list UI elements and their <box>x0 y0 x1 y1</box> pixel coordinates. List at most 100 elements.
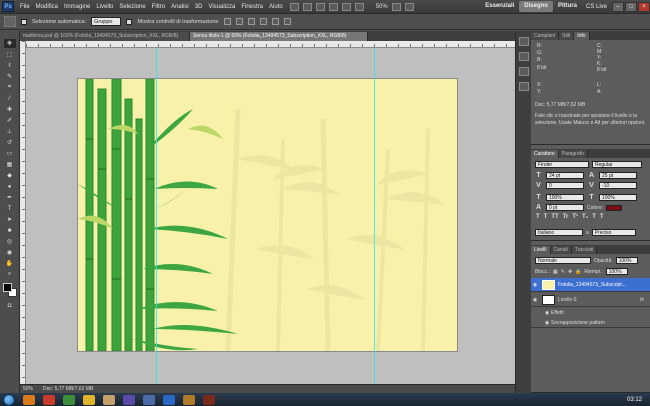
bridge-icon[interactable] <box>289 2 299 11</box>
workspace-essenziali[interactable]: Essenziali <box>480 1 519 12</box>
show-transform-checkbox[interactable] <box>126 18 133 25</box>
tab-info[interactable]: Info <box>574 32 590 40</box>
layer-fx-badge[interactable]: fx <box>640 297 644 303</box>
auto-select-dropdown[interactable]: Gruppo <box>91 17 122 26</box>
crop-tool-icon[interactable]: ⌗ <box>4 83 16 92</box>
app-tan-icon[interactable] <box>103 394 115 405</box>
horizontal-scale-field[interactable]: 100% <box>599 194 637 201</box>
effect-eye-icon[interactable]: ◉ <box>543 320 551 326</box>
gradient-tool-icon[interactable]: ▦ <box>4 160 16 169</box>
layer-row[interactable]: ◉ Livello 0 fx <box>531 293 650 307</box>
menu-selezione[interactable]: Selezione <box>116 0 148 14</box>
menu-modifica[interactable]: Modifica <box>33 0 61 14</box>
effects-row[interactable]: ◉ Effetti <box>531 308 650 318</box>
app-purple-icon[interactable] <box>123 394 135 405</box>
marquee-tool-icon[interactable]: ⬚ <box>4 50 16 59</box>
menu-analisi[interactable]: Analisi <box>168 0 192 14</box>
clone-source-panel-icon[interactable] <box>518 82 529 91</box>
effects-eye-icon[interactable]: ◉ <box>543 310 551 316</box>
blur-tool-icon[interactable]: ◆ <box>4 171 16 180</box>
zoom-level[interactable]: 50% <box>376 4 388 10</box>
guide-line[interactable] <box>156 48 157 384</box>
rotate-view-icon[interactable] <box>354 2 364 11</box>
align-middle-icon[interactable] <box>235 18 243 25</box>
tracking-field[interactable]: -10 <box>599 182 637 189</box>
menu-immagine[interactable]: Immagine <box>61 0 93 14</box>
language-select[interactable]: Italiano <box>535 229 583 236</box>
align-top-icon[interactable] <box>223 18 231 25</box>
hand-tool-icon[interactable]: ✋ <box>4 259 16 268</box>
text-color-swatch[interactable] <box>606 204 623 211</box>
opera-icon[interactable] <box>43 394 55 405</box>
app-brown-icon[interactable] <box>183 394 195 405</box>
font-family-select[interactable]: Finder <box>535 161 589 168</box>
move-tool-icon[interactable]: ✥ <box>3 39 16 48</box>
faux-italic-button[interactable]: T <box>544 214 548 220</box>
menu-filtro[interactable]: Filtro <box>149 0 168 14</box>
brush-panel-icon[interactable] <box>518 67 529 76</box>
effect-row[interactable]: ◉ Sovrapposizione pattern <box>531 318 650 328</box>
visibility-eye-icon[interactable]: ◉ <box>531 297 539 303</box>
path-select-tool-icon[interactable]: ➤ <box>4 215 16 224</box>
document-canvas[interactable] <box>78 79 457 351</box>
menu-aiuto[interactable]: Aiuto <box>266 0 286 14</box>
menu-livello[interactable]: Livello <box>93 0 116 14</box>
color-swatches[interactable] <box>2 283 17 297</box>
doc-tab-matilsma[interactable]: matilsma.psd @ 100% (Fotolia_13494573_Su… <box>20 32 190 41</box>
dodge-tool-icon[interactable]: ● <box>4 182 16 191</box>
kerning-field[interactable]: 0 <box>546 182 584 189</box>
visibility-eye-icon[interactable]: ◉ <box>531 282 539 288</box>
faux-bold-button[interactable]: T <box>536 214 540 220</box>
hand-tool-icon[interactable] <box>328 2 338 11</box>
minibridge-icon[interactable] <box>302 2 312 11</box>
strikethrough-button[interactable]: T <box>600 214 604 220</box>
quick-select-tool-icon[interactable]: ✎ <box>4 72 16 81</box>
lock-transparent-icon[interactable]: ▦ <box>553 269 558 275</box>
move-tool-preset-icon[interactable] <box>4 16 16 27</box>
horizontal-ruler[interactable] <box>26 41 515 48</box>
eraser-tool-icon[interactable]: ▭ <box>4 149 16 158</box>
quick-mask-icon[interactable]: ◘ <box>4 301 16 310</box>
app-darkred-icon[interactable] <box>203 394 215 405</box>
align-left-icon[interactable] <box>259 18 267 25</box>
tab-paragrafo[interactable]: Paragrafo <box>558 150 588 158</box>
guide-line[interactable] <box>374 48 375 384</box>
leading-field[interactable]: 25 pt <box>599 172 637 179</box>
antialias-select[interactable]: Preciso <box>591 229 636 236</box>
screen-mode-icon[interactable] <box>404 2 414 11</box>
close-icon[interactable]: × <box>638 1 650 12</box>
tab-canali[interactable]: Canali <box>550 246 572 254</box>
arrange-documents-icon[interactable] <box>391 2 401 11</box>
superscript-button[interactable]: T¹ <box>572 214 578 220</box>
foreground-color-swatch[interactable] <box>2 283 12 292</box>
align-center-icon[interactable] <box>271 18 279 25</box>
3d-camera-tool-icon[interactable]: ◉ <box>4 248 16 257</box>
opacity-field[interactable]: 100% <box>615 257 638 264</box>
type-tool-icon[interactable]: T <box>4 204 16 213</box>
app-green-icon[interactable] <box>63 394 75 405</box>
menu-file[interactable]: File <box>17 0 33 14</box>
extras-icon[interactable] <box>315 2 325 11</box>
photoshop-taskbar-icon[interactable] <box>163 394 175 405</box>
history-panel-icon[interactable] <box>518 37 529 46</box>
underline-button[interactable]: T <box>592 214 596 220</box>
menu-visualizza[interactable]: Visualizza <box>205 0 238 14</box>
maximize-icon[interactable]: □ <box>625 1 637 12</box>
status-zoom[interactable]: 50% <box>23 386 33 392</box>
firefox-icon[interactable] <box>23 394 35 405</box>
vertical-scale-field[interactable]: 100% <box>546 194 584 201</box>
brush-tool-icon[interactable]: ✐ <box>4 116 16 125</box>
menu-3d[interactable]: 3D <box>192 0 206 14</box>
cs-live-button[interactable]: CS Live <box>586 4 607 10</box>
workspace-disegno[interactable]: Disegno <box>519 1 553 12</box>
all-caps-button[interactable]: TT <box>551 214 558 220</box>
zoom-tool-icon[interactable] <box>341 2 351 11</box>
font-size-field[interactable]: 24 pt <box>546 172 584 179</box>
blend-mode-select[interactable]: Normale <box>535 257 591 264</box>
lock-all-icon[interactable]: 🔒 <box>575 269 581 275</box>
subscript-button[interactable]: T₁ <box>582 214 588 220</box>
tab-tracciati[interactable]: Tracciati <box>571 246 598 254</box>
tab-carattere[interactable]: Carattere <box>531 150 559 158</box>
tab-campioni[interactable]: Campioni <box>531 32 560 40</box>
minimize-icon[interactable]: – <box>612 1 624 12</box>
